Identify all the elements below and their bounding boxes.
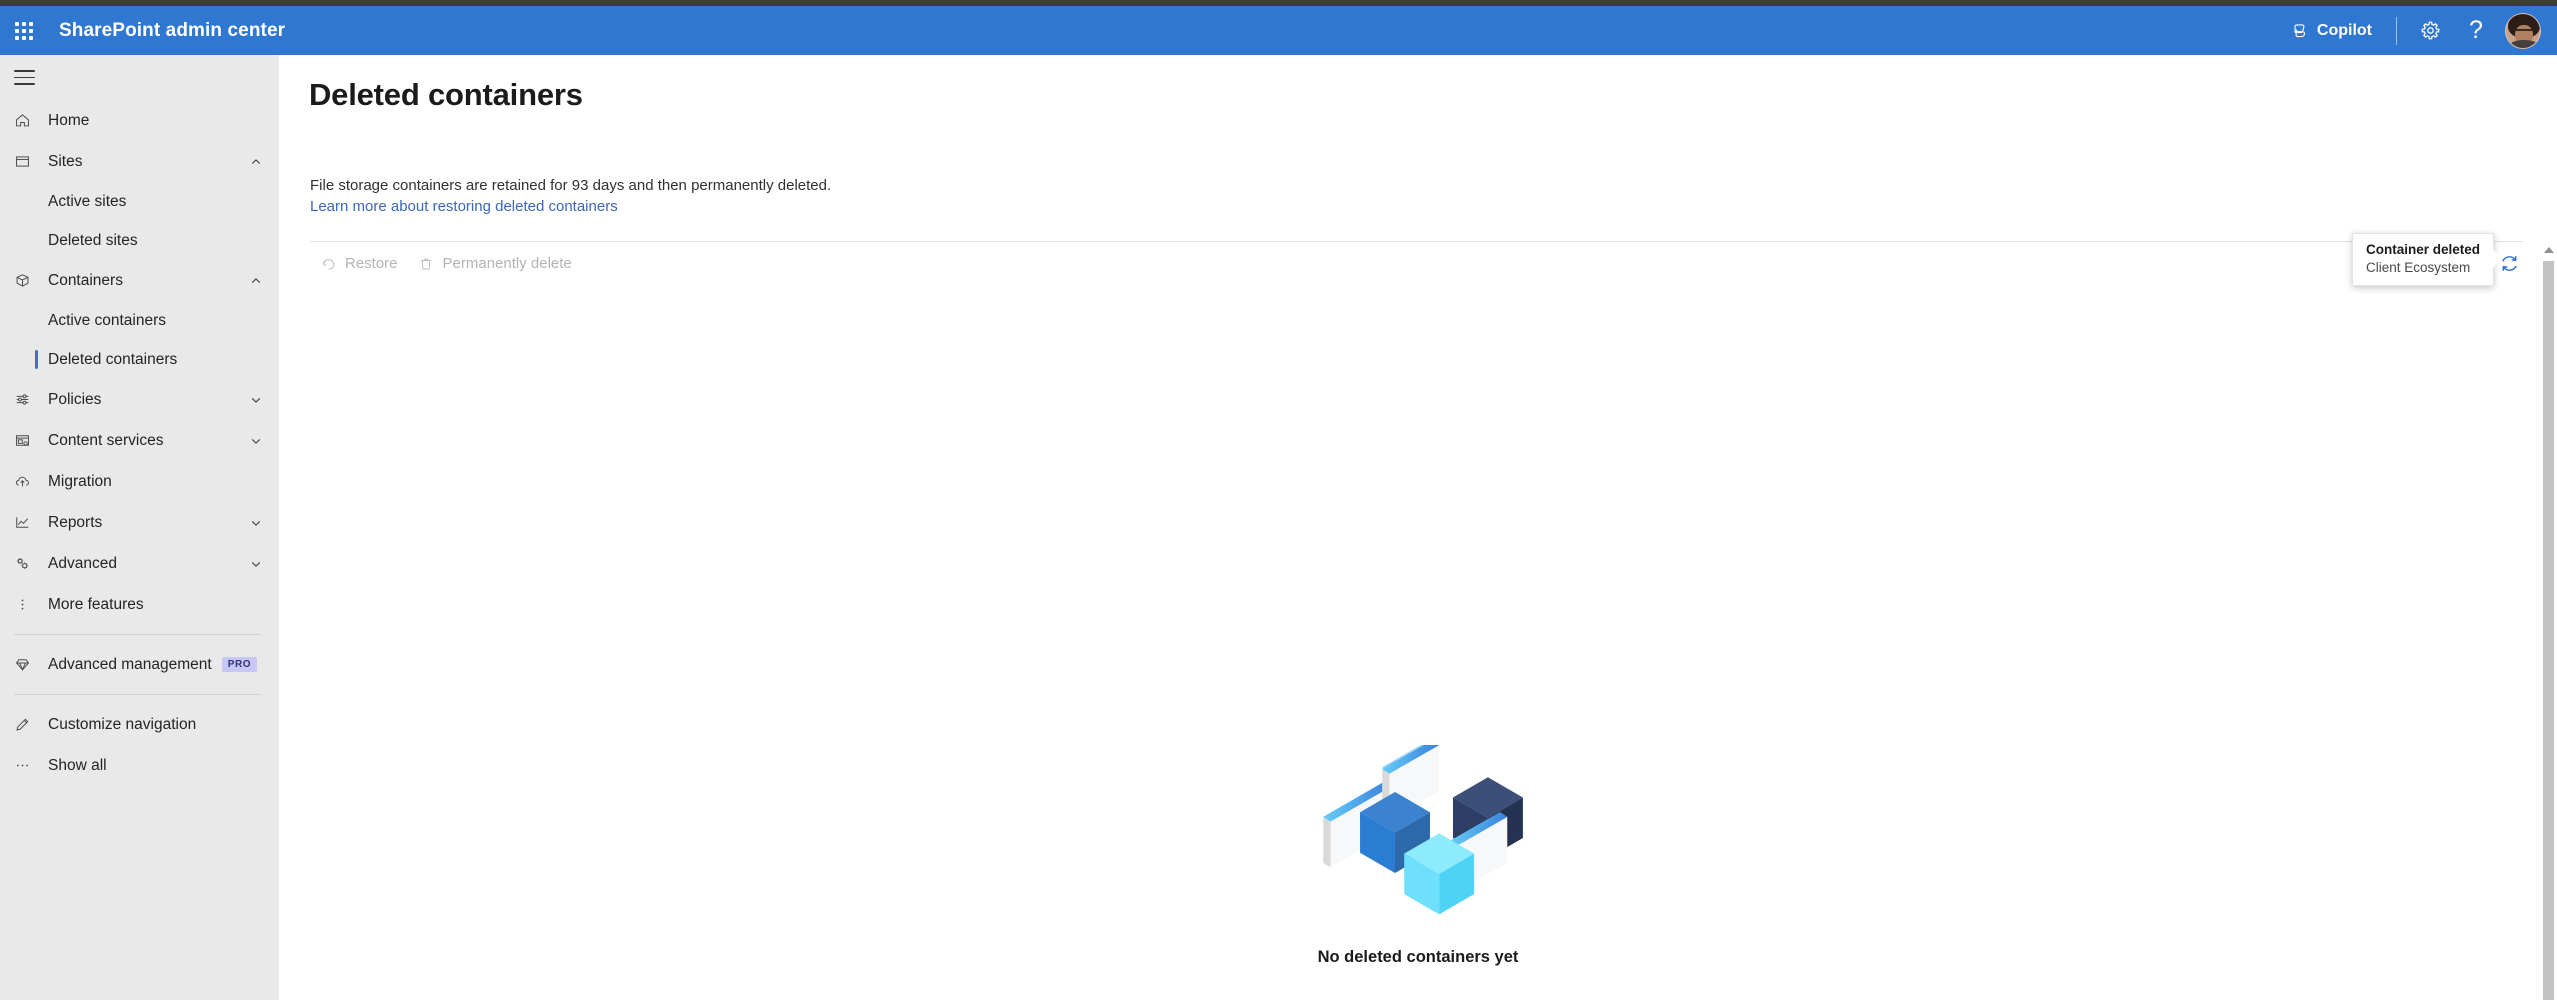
empty-state-text: No deleted containers yet <box>1317 948 1519 966</box>
sidebar-label: Content services <box>48 431 164 449</box>
sidebar-divider <box>14 634 261 635</box>
sidebar-label: Reports <box>48 513 103 531</box>
sidebar-label: Advanced <box>48 554 117 572</box>
avatar[interactable] <box>2505 12 2541 49</box>
trash-icon <box>418 256 434 272</box>
header-actions: Copilot ? <box>2277 6 2557 55</box>
notification-tooltip: Container deleted Client Ecosystem <box>2351 233 2503 286</box>
sidebar-label: More features <box>48 595 144 613</box>
sidebar-label: Policies <box>48 390 102 408</box>
isometric-containers-illustration <box>1323 745 1523 915</box>
global-navigation-toggle[interactable] <box>0 55 279 100</box>
sidebar-label: Sites <box>48 152 83 170</box>
refresh-icon <box>2501 255 2517 271</box>
sidebar-label: Active containers <box>48 311 167 329</box>
restore-button[interactable]: Restore <box>310 247 408 281</box>
sidebar-label: Active sites <box>48 192 127 210</box>
restore-label: Restore <box>345 255 398 272</box>
sites-icon <box>14 151 40 173</box>
pro-badge: PRO <box>221 657 258 672</box>
sidebar-group-containers[interactable]: Containers <box>0 260 279 301</box>
hamburger-icon <box>14 70 35 85</box>
sidebar-item-deleted-containers[interactable]: Deleted containers <box>0 340 279 379</box>
sidebar-item-advanced-management[interactable]: Advanced management PRO <box>0 644 279 685</box>
scrollbar-thumb[interactable] <box>2543 261 2554 1000</box>
header-divider <box>2396 16 2397 45</box>
empty-state: No deleted containers yet <box>1303 745 1533 967</box>
sidebar-item-deleted-sites[interactable]: Deleted sites <box>0 221 279 260</box>
sidebar-item-home[interactable]: Home <box>0 100 279 141</box>
sidebar-label: Deleted sites <box>48 231 138 249</box>
sidebar-label: Migration <box>48 472 112 490</box>
container-icon <box>14 270 40 292</box>
help-glyph: ? <box>2469 16 2483 44</box>
chevron-down-icon <box>249 393 263 407</box>
sidebar-group-advanced[interactable]: Advanced <box>0 543 279 584</box>
sidebar: Home Sites Active sites Deleted sites Co… <box>0 55 279 1000</box>
copilot-icon <box>2294 23 2305 37</box>
tooltip-title: Container deleted <box>2365 242 2480 257</box>
sidebar-item-show-all[interactable]: Show all <box>0 745 279 786</box>
restore-icon <box>320 256 336 272</box>
sidebar-item-more-features[interactable]: More features <box>0 584 279 625</box>
home-icon <box>14 110 40 132</box>
diamond-icon <box>14 654 40 676</box>
tooltip-subtitle: Client Ecosystem <box>2365 260 2471 275</box>
vertical-scrollbar[interactable] <box>2540 241 2557 1000</box>
learn-more-link[interactable]: Learn more about restoring deleted conta… <box>310 198 618 215</box>
chevron-down-icon <box>249 434 263 448</box>
chevron-up-icon <box>249 155 263 169</box>
command-toolbar: Restore Permanently delete <box>310 241 2523 285</box>
settings-icon[interactable] <box>2407 8 2453 54</box>
sidebar-item-active-containers[interactable]: Active containers <box>0 301 279 340</box>
sidebar-divider <box>14 694 261 695</box>
sidebar-group-sites[interactable]: Sites <box>0 141 279 182</box>
sidebar-item-active-sites[interactable]: Active sites <box>0 182 279 221</box>
permanently-delete-button[interactable]: Permanently delete <box>408 247 582 281</box>
permanently-delete-label: Permanently delete <box>442 255 572 272</box>
sidebar-label: Deleted containers <box>48 350 178 368</box>
sidebar-group-reports[interactable]: Reports <box>0 502 279 543</box>
main-content: Deleted containers File storage containe… <box>279 55 2557 1000</box>
help-icon[interactable]: ? <box>2453 8 2499 54</box>
reports-icon <box>14 512 40 534</box>
sidebar-item-migration[interactable]: Migration <box>0 461 279 502</box>
chevron-down-icon <box>249 516 263 530</box>
refresh-button[interactable] <box>2493 247 2525 279</box>
content-services-icon <box>14 430 40 452</box>
app-launcher-icon[interactable] <box>0 6 48 55</box>
copilot-button[interactable]: Copilot <box>2277 11 2386 51</box>
ellipsis-icon <box>14 755 40 777</box>
pencil-icon <box>14 714 40 736</box>
scroll-up-arrow-icon[interactable] <box>2540 241 2557 258</box>
sidebar-item-customize-navigation[interactable]: Customize navigation <box>0 704 279 745</box>
sidebar-label: Home <box>48 111 90 129</box>
sidebar-label: Customize navigation <box>48 715 197 733</box>
more-features-icon <box>14 594 40 616</box>
copilot-label: Copilot <box>2316 21 2372 39</box>
suite-header: SharePoint admin center Copilot ? <box>0 6 2557 55</box>
chevron-up-icon <box>249 274 263 288</box>
migration-icon <box>14 471 40 493</box>
page-description: File storage containers are retained for… <box>310 177 832 194</box>
sidebar-label: Containers <box>48 271 123 289</box>
advanced-icon <box>14 553 40 575</box>
sidebar-label: Advanced management <box>48 655 212 673</box>
page-title: Deleted containers <box>309 77 583 112</box>
chevron-down-icon <box>249 557 263 571</box>
policies-icon <box>14 389 40 411</box>
sidebar-label: Show all <box>48 756 107 774</box>
sidebar-group-policies[interactable]: Policies <box>0 379 279 420</box>
suite-title[interactable]: SharePoint admin center <box>59 20 285 42</box>
sidebar-group-content-services[interactable]: Content services <box>0 420 279 461</box>
